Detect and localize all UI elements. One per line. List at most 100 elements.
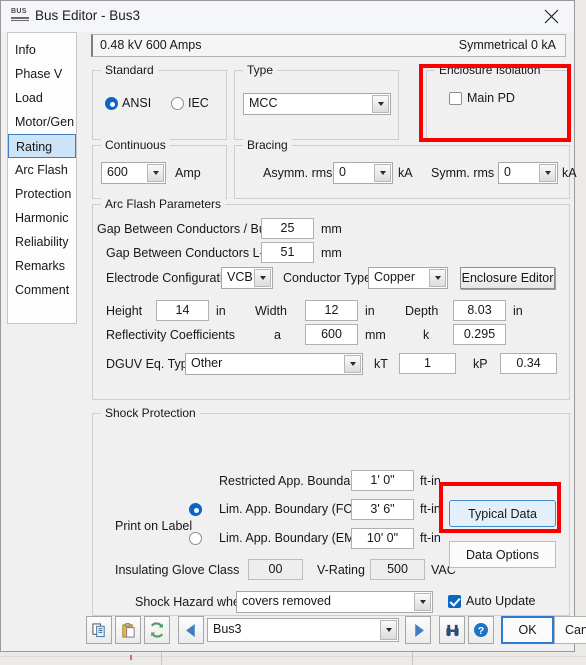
bus-selector-combobox[interactable]: Bus3 [207,618,399,642]
glove-class-label: Insulating Glove Class [115,563,240,577]
reflectivity-label: Reflectivity Coefficients [106,328,235,342]
chevron-down-icon[interactable] [372,95,389,113]
bus-symmetrical-value: Symmetrical 0 kA [458,38,556,52]
asymm-rms-value: 0 [339,165,346,179]
next-arrow-icon[interactable] [405,616,431,644]
refresh-icon[interactable] [144,616,170,644]
bus-summary-bar: 0.48 kV 600 Amps Symmetrical 0 kA [91,34,566,57]
gap-buses-unit: mm [321,222,342,236]
height-unit: in [216,304,226,318]
checkbox-main-pd[interactable] [449,92,462,105]
continuous-value: 600 [107,165,128,179]
chevron-down-icon[interactable] [254,269,271,287]
previous-arrow-icon[interactable] [178,616,204,644]
paste-icon[interactable] [115,616,141,644]
sidebar-item-comment[interactable]: Comment [8,278,76,302]
chevron-down-icon[interactable] [374,164,391,182]
continuous-combobox[interactable]: 600 [101,162,166,184]
conductor-type-combobox[interactable]: Copper [368,267,448,289]
shock-protection-legend: Shock Protection [101,406,200,420]
width-input[interactable]: 12 [305,300,358,321]
chevron-down-icon[interactable] [380,620,397,640]
copy-icon[interactable] [86,616,112,644]
depth-input[interactable]: 8.03 [453,300,506,321]
window-title: Bus Editor - Bus3 [35,8,141,23]
chevron-down-icon[interactable] [147,164,164,182]
sidebar-item-harmonic[interactable]: Harmonic [8,206,76,230]
radio-ansi[interactable] [105,97,118,110]
sidebar-item-arc-flash[interactable]: Arc Flash [8,158,76,182]
coefficient-k-input[interactable]: 0.295 [453,324,506,345]
svg-text:?: ? [478,625,484,637]
dguv-eq-type-combobox[interactable]: Other [185,353,363,375]
gap-lg-input[interactable]: 51 [261,242,314,263]
bracing-legend: Bracing [243,138,292,152]
gap-buses-input[interactable]: 25 [261,218,314,239]
enclosure-editor-button[interactable]: Enclosure Editor [460,267,555,289]
restricted-boundary-input[interactable]: 1' 0" [351,470,414,491]
sidebar-item-reliability[interactable]: Reliability [8,230,76,254]
sidebar-item-info[interactable]: Info [8,38,76,62]
fcp-boundary-input[interactable]: 3' 6" [351,499,414,520]
sidebar-item-protection[interactable]: Protection [8,182,76,206]
radio-print-fcp[interactable] [189,503,202,516]
electrode-config-combobox[interactable]: VCB [221,267,273,289]
cancel-button[interactable]: Cancel [554,616,586,644]
sidebar-item-rating[interactable]: Rating [8,134,76,158]
continuous-unit: Amp [175,166,201,180]
continuous-group: Continuous 600 Amp [92,138,227,199]
restricted-boundary-unit: ft-in [420,474,441,488]
continuous-legend: Continuous [101,138,170,152]
enclosure-isolation-legend: Enclosure Isolation [435,63,545,77]
kp-input[interactable]: 0.34 [500,353,557,374]
shock-hazard-value: covers removed [242,594,331,608]
electrode-config-label: Electrode Configuration [106,271,237,285]
height-input[interactable]: 14 [156,300,209,321]
width-unit: in [365,304,375,318]
glove-class-value: 00 [248,559,303,580]
sidebar-item-motor-gen[interactable]: Motor/Gen [8,110,76,134]
help-icon[interactable]: ? [468,616,494,644]
type-combobox[interactable]: MCC [243,93,391,115]
v-rating-value: 500 [370,559,425,580]
shock-hazard-combobox[interactable]: covers removed [236,591,433,613]
asymm-rms-combobox[interactable]: 0 [333,162,393,184]
checkbox-auto-update[interactable] [448,595,461,608]
ok-button[interactable]: OK [501,616,554,644]
conductor-type-label: Conductor Type [283,271,372,285]
chevron-down-icon[interactable] [344,355,361,373]
close-icon[interactable] [529,1,574,32]
data-options-button[interactable]: Data Options [449,541,556,568]
sidebar-tabs[interactable]: Info Phase V Load Motor/Gen Rating Arc F… [7,32,77,324]
coefficient-a-input[interactable]: 600 [305,324,358,345]
type-legend: Type [243,63,278,77]
sidebar-item-load[interactable]: Load [8,86,76,110]
sidebar-item-phase-v[interactable]: Phase V [8,62,76,86]
chevron-down-icon[interactable] [429,269,446,287]
fcp-boundary-unit: ft-in [420,502,441,516]
type-group: Type MCC [234,63,399,140]
bracing-group: Bracing Asymm. rms 0 kA Symm. rms 0 kA [234,138,577,199]
conductor-type-value: Copper [374,270,415,284]
typical-data-button[interactable]: Typical Data [449,500,556,527]
binoculars-find-icon[interactable] [439,616,465,644]
radio-iec-label: IEC [188,96,209,110]
arc-flash-parameters-group: Arc Flash Parameters Gap Between Conduct… [92,197,570,400]
fcp-boundary-label: Lim. App. Boundary (FCP) [219,502,365,516]
radio-print-emc[interactable] [189,532,202,545]
kt-input[interactable]: 1 [399,353,456,374]
coefficient-k-label: k [423,328,430,342]
height-label: Height [106,304,143,318]
sidebar-item-remarks[interactable]: Remarks [8,254,76,278]
radio-iec[interactable] [171,97,184,110]
bus-selector-value: Bus3 [213,622,242,636]
v-rating-label: V-Rating [317,563,365,577]
gap-lg-label: Gap Between Conductors L-G [106,246,274,260]
chevron-down-icon[interactable] [539,164,556,182]
radio-ansi-label: ANSI [122,96,152,110]
checkbox-main-pd-label: Main PD [467,91,515,105]
symm-rms-unit: kA [562,166,577,180]
emc-boundary-input[interactable]: 10' 0" [351,528,414,549]
symm-rms-combobox[interactable]: 0 [498,162,558,184]
chevron-down-icon[interactable] [414,593,431,611]
